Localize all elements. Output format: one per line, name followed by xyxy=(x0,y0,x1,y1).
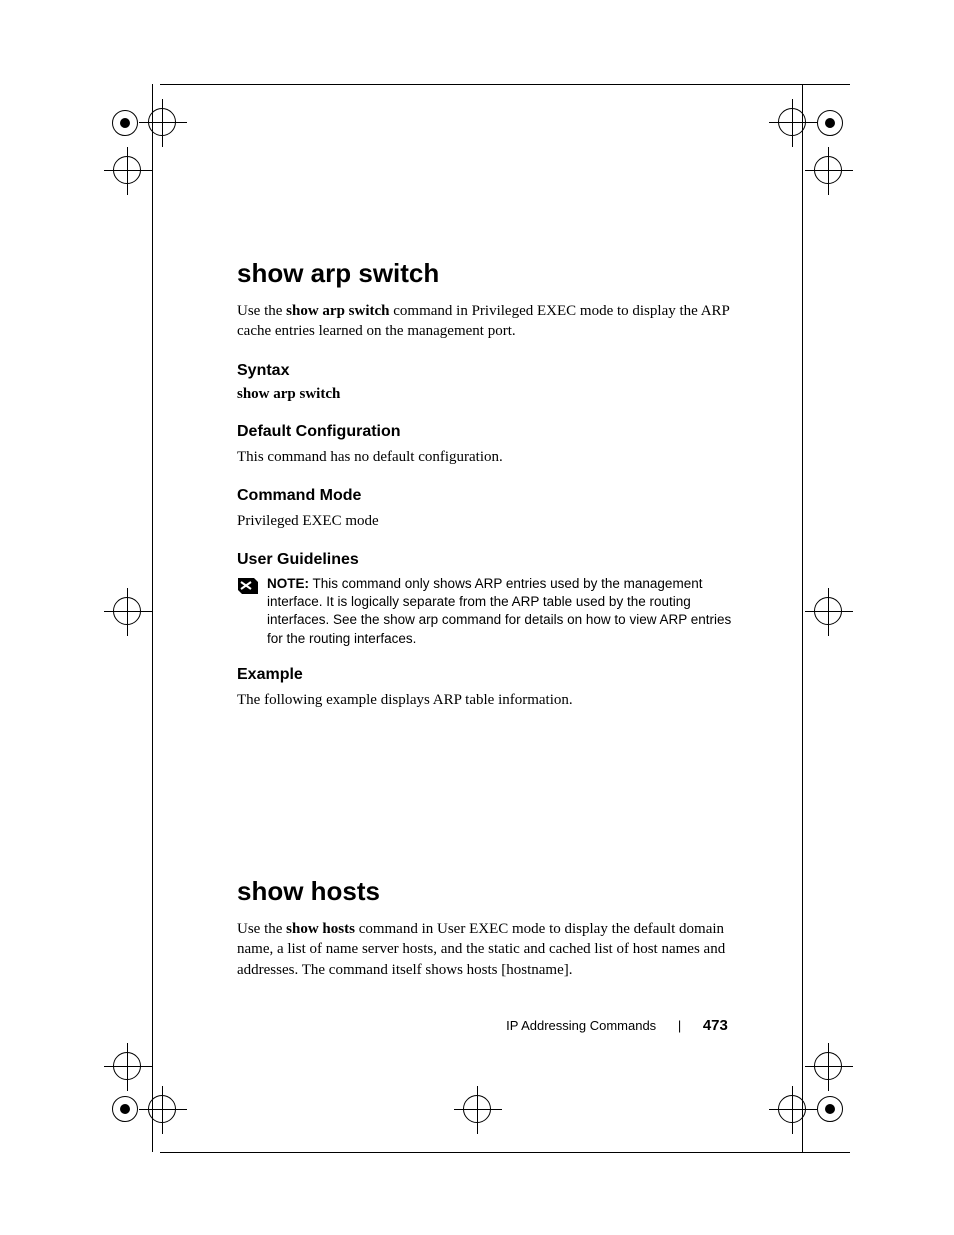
intro-paragraph: Use the show arp switch command in Privi… xyxy=(237,301,737,342)
intro-pre-2: Use the xyxy=(237,921,286,937)
page-content: show arp switch Use the show arp switch … xyxy=(237,258,737,1000)
footer-section-label: IP Addressing Commands xyxy=(506,1018,656,1033)
intro-command-name: show arp switch xyxy=(286,303,389,319)
section-show-hosts: show hosts Use the show hosts command in… xyxy=(237,876,737,980)
note-body: This command only shows ARP entries used… xyxy=(267,576,731,646)
footer-separator: | xyxy=(678,1018,681,1033)
syntax-command: show arp switch xyxy=(237,386,737,403)
intro-pre: Use the xyxy=(237,303,286,319)
note-icon xyxy=(237,577,259,600)
intro-command-name-2: show hosts xyxy=(286,921,355,937)
command-mode-heading: Command Mode xyxy=(237,487,737,505)
default-config-heading: Default Configuration xyxy=(237,423,737,441)
user-guidelines-heading: User Guidelines xyxy=(237,551,737,569)
section-title-show-arp-switch: show arp switch xyxy=(237,258,737,289)
note-block: NOTE: This command only shows ARP entrie… xyxy=(237,575,737,648)
note-text: NOTE: This command only shows ARP entrie… xyxy=(267,575,737,648)
syntax-heading: Syntax xyxy=(237,362,737,380)
example-heading: Example xyxy=(237,666,737,684)
command-mode-text: Privileged EXEC mode xyxy=(237,511,737,531)
default-config-text: This command has no default configuratio… xyxy=(237,447,737,467)
page-footer: IP Addressing Commands | 473 xyxy=(0,1017,954,1035)
example-text: The following example displays ARP table… xyxy=(237,690,737,710)
intro-paragraph-2: Use the show hosts command in User EXEC … xyxy=(237,919,737,980)
section-title-show-hosts: show hosts xyxy=(237,876,737,907)
footer-page-number: 473 xyxy=(703,1017,728,1034)
note-prefix: NOTE: xyxy=(267,576,309,591)
